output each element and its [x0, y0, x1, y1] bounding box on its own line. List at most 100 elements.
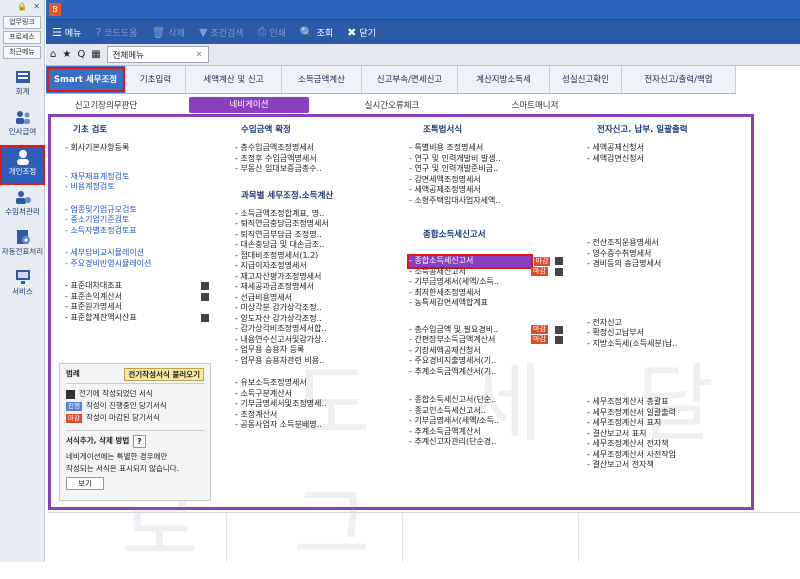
list-item[interactable]: - 결산보고서 표지 [587, 429, 747, 440]
list-item[interactable]: - 유보소득조정명세서 [235, 378, 385, 389]
list-item[interactable]: - 기부금명세서및조정명세.. [235, 399, 385, 410]
list-item[interactable]: - 회사기본사항등록 [65, 143, 215, 154]
list-item[interactable]: - 소형주택임대사업자세액.. [409, 196, 569, 207]
list-item[interactable]: - 간편장부소득금액계산서 마감 [409, 335, 569, 346]
list-item-selected[interactable]: - 종합소득세신고서 마감 [407, 254, 569, 269]
process-button[interactable]: 프로세스 [3, 31, 41, 44]
nav-personal-adjust[interactable]: 개인조정 [0, 145, 45, 185]
help-button[interactable]: ? [133, 434, 146, 448]
list-item[interactable]: - 재고자산평가조정명세서 [235, 272, 385, 283]
search-button[interactable]: 🔍 조회 [300, 26, 333, 39]
subtab-smart-manager[interactable]: 스마트매니저 [475, 99, 595, 111]
list-item[interactable]: - 세액공제신청서 [587, 143, 747, 154]
view-button[interactable]: 보기 [66, 476, 104, 490]
list-item[interactable]: - 추계소득금액계산서 [409, 427, 569, 438]
nav-payroll[interactable]: 인사급여 [0, 105, 45, 145]
list-item[interactable]: - 세무조정계산서 전자책 [587, 439, 747, 450]
list-item[interactable]: - 세무조정계산서 총괄표 [587, 397, 747, 408]
list-item[interactable]: - 비용계정검토 [65, 182, 215, 193]
list-item[interactable]: - 중소기업기준검토 [65, 215, 215, 226]
list-item[interactable]: - 대손충당금 및 대손금조.. [235, 240, 385, 251]
list-item[interactable]: - 업무용 승용차관련 비용.. [235, 356, 385, 367]
close-button[interactable]: ✖ 닫기 [347, 26, 376, 39]
tab-income-calc[interactable]: 소득금액계산 [282, 66, 362, 93]
list-item[interactable]: - 최저한세조정명세서 [409, 288, 569, 299]
list-item[interactable]: - 감면세액조정명세서 [409, 175, 569, 186]
list-item[interactable]: - 전자신고 [587, 318, 747, 329]
print-button[interactable]: ⎙ 인쇄 [258, 25, 286, 39]
list-item[interactable]: - 선급비용명세서 [235, 293, 385, 304]
work-link-button[interactable]: 업무링크 [3, 16, 41, 29]
grid-icon[interactable]: ▦ [91, 49, 100, 60]
nav-service[interactable]: 서비스 [0, 265, 45, 305]
list-item[interactable]: - 기장세액공제신청서 [409, 346, 569, 357]
tab-tax-calc[interactable]: 세액계산 및 신고 [186, 66, 282, 93]
list-item[interactable]: - 지급이자조정명세서 [235, 261, 385, 272]
recent-menu-button[interactable]: 최근메뉴 [3, 46, 41, 59]
nav-client-management[interactable]: 수임처관리 [0, 185, 45, 225]
list-item[interactable]: - 재무제표계정검토 [65, 172, 215, 183]
list-item[interactable]: - 조정후 수입금액명세서 [235, 154, 385, 165]
tab-smart-tax-adjust[interactable]: Smart 세무조정 [46, 66, 126, 93]
list-item[interactable]: - 접대비조정명세서(1.2) [235, 251, 385, 262]
tab-basic-input[interactable]: 기초입력 [126, 66, 186, 93]
list-item[interactable]: - 퇴직연금부담금 조정명.. [235, 230, 385, 241]
subtab-realtime-check[interactable]: 실시간오류체크 [332, 99, 452, 111]
tab-e-filing[interactable]: 전자신고/출력/백업 [622, 66, 736, 93]
list-item[interactable]: - 종교인소득세신고서.. [409, 406, 569, 417]
list-item[interactable]: - 추계소득금액계산서(기.. [409, 367, 569, 378]
tab-local-tax[interactable]: 계산지방소득세 [458, 66, 550, 93]
list-item[interactable]: - 농특세감면세액합계표 [409, 298, 569, 309]
list-item[interactable]: - 주요경비반영시뮬레이션 [65, 259, 215, 270]
delete-button[interactable]: 🗑 삭제 [151, 26, 185, 39]
list-item[interactable]: - 표준대차대조표 [65, 281, 215, 292]
tab-all-menu[interactable]: 전체메뉴 ✕ [106, 46, 209, 63]
list-item[interactable]: - 조정계산서 [235, 410, 385, 421]
list-item[interactable]: - 종합소득세신고서(단순.. [409, 395, 569, 406]
list-item[interactable]: - 특별비용 조정명세서 [409, 143, 569, 154]
list-item[interactable]: - 연구 및 인력개발비 발생.. [409, 154, 569, 165]
list-item[interactable]: - 재세공과금조정명세서 [235, 282, 385, 293]
star-icon[interactable]: ★ [62, 49, 71, 60]
list-item[interactable]: - 표준손익계산서 [65, 292, 215, 303]
list-item[interactable]: - 소득구분계산서 [235, 389, 385, 400]
list-item[interactable]: - 업종및기업규모검토 [65, 205, 215, 216]
list-item[interactable]: - 공동사업자 소득분배명.. [235, 420, 385, 431]
list-item[interactable]: - 총수입금액 및 필요경비.. 마감 [409, 324, 569, 336]
list-item[interactable]: - 표준원가명세서 [65, 302, 215, 313]
list-item[interactable]: - 기부금명세서(세액/소득.. [409, 416, 569, 427]
list-item[interactable]: - 소득금액조정합계표, 명.. [235, 209, 385, 220]
close-icon[interactable]: ✕ [33, 2, 40, 12]
list-item[interactable]: - 세무조정계산서 일괄출력 [587, 408, 747, 419]
list-item[interactable]: - 기부금명세서(세액/소득.. [409, 277, 569, 288]
menu-button[interactable]: ☰ 메뉴 [52, 26, 81, 39]
list-item[interactable]: - 퇴직연금충당금조정명세서 [235, 219, 385, 230]
list-item[interactable]: - 세액공제조정명세서 [409, 185, 569, 196]
list-item[interactable]: - 세무조정계산서 사전작업 [587, 450, 747, 461]
list-item[interactable]: - 주요경비지출명세서(기.. [409, 356, 569, 367]
load-prior-forms-button[interactable]: 전기작성서식 불러오기 [124, 367, 204, 381]
list-item[interactable]: - 소득공제신고서 마감 [409, 266, 569, 278]
list-item[interactable]: - 내용연수신고서및감가상.. [235, 335, 385, 346]
list-item[interactable]: - 확정신고납부서 [587, 328, 747, 339]
list-item[interactable]: - 연구 및 인력개발준비금.. [409, 164, 569, 175]
list-item[interactable]: - 세액감면신청서 [587, 154, 747, 165]
list-item[interactable]: - 지방소득세(소득세분)납.. [587, 339, 747, 350]
subtab-bookkeeping[interactable]: 신고기장의무판단 [46, 99, 166, 111]
list-item[interactable]: - 미상각분 감가상각조정.. [235, 303, 385, 314]
filter-search-button[interactable]: ▼ 조건검색 [199, 26, 244, 39]
code-help-button[interactable]: ? 코드도움 [95, 26, 137, 39]
list-item[interactable]: - 소득자별조정검토표 [65, 226, 215, 237]
list-item[interactable]: - 경비등의 송금명세서 [587, 259, 747, 270]
list-item[interactable]: - 추계신고자관리(단순경.. [409, 437, 569, 448]
list-item[interactable]: - 총수입금액조정명세서 [235, 143, 385, 154]
list-item[interactable]: - 전산조직운용명세서 [587, 238, 747, 249]
nav-auto-voucher[interactable]: 자동전표처리 [0, 225, 45, 265]
list-item[interactable]: - 표준합계잔액시산표 [65, 313, 215, 324]
quick-search-icon[interactable]: Q [77, 49, 85, 60]
home-icon[interactable]: ⌂ [50, 49, 56, 60]
list-item[interactable]: - 업무용 승용차 등록 [235, 345, 385, 356]
list-item[interactable]: - 부동산 임대보증금총수.. [235, 164, 385, 175]
list-item[interactable]: - 결산보고서 전자책 [587, 460, 747, 471]
tab-close-icon[interactable]: ✕ [196, 50, 203, 60]
